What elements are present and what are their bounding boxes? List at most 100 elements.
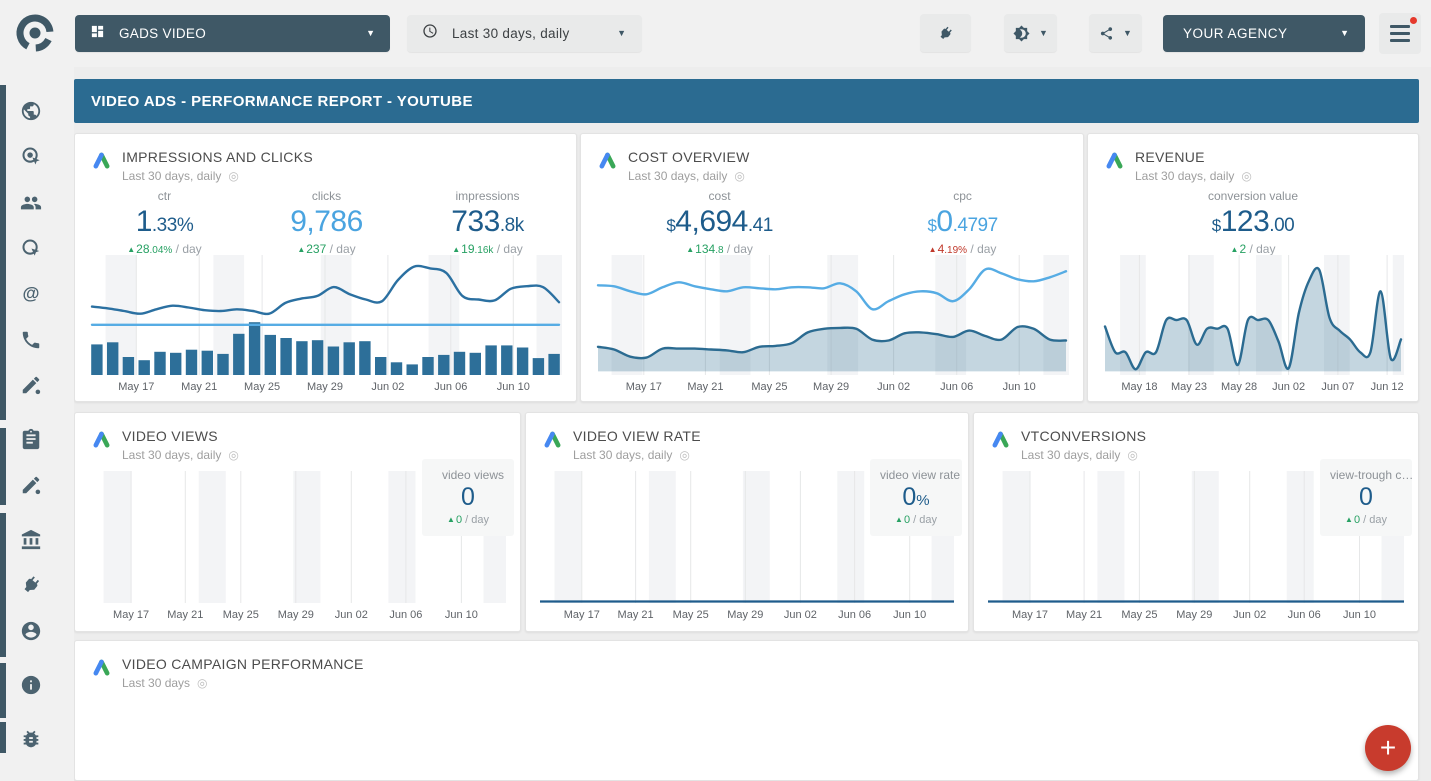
goal-icon: ◎: [1241, 169, 1251, 183]
metric-delta: ▲19.16k / day: [451, 242, 523, 256]
sidebar-item-calls phone-icon[interactable]: [20, 329, 42, 351]
sidebar-item-email at-sign-icon[interactable]: @: [20, 283, 42, 305]
metric-value: 9,786: [290, 206, 363, 243]
date-range-selector[interactable]: Last 30 days, daily ▼: [407, 15, 642, 52]
card-title: VIDEO VIEWS: [122, 428, 239, 444]
main-content: VIDEO ADS - PERFORMANCE REPORT - YOUTUBE…: [74, 67, 1431, 781]
agency-selector[interactable]: YOUR AGENCY ▼: [1163, 15, 1365, 52]
x-axis-label: May 29: [727, 609, 763, 621]
x-axis-label: May 29: [813, 381, 849, 393]
card-subtitle: Last 30 days, daily: [1135, 169, 1234, 183]
metric-ctr: ctr 1.33%▲28.04% / day: [127, 189, 201, 256]
menu-button[interactable]: [1379, 13, 1421, 54]
card-title: COST OVERVIEW: [628, 149, 750, 165]
metric-value: 1.33%: [127, 206, 201, 243]
google-ads-icon: [91, 656, 112, 677]
sidebar-item-seo globe-pointer-icon[interactable]: [20, 237, 42, 259]
hamburger-icon: [1390, 25, 1410, 28]
card-video-campaign-performance: VIDEO CAMPAIGN PERFORMANCE Last 30 days◎: [74, 640, 1419, 781]
add-widget-button[interactable]: +: [1365, 725, 1411, 771]
card-title: IMPRESSIONS AND CLICKS: [122, 149, 313, 165]
metric-value: $0.4797: [927, 206, 997, 243]
sidebar-item-web globe-icon[interactable]: [20, 100, 42, 122]
sidebar-section-indicator: [0, 85, 6, 420]
sidebar-section-indicator: [0, 663, 6, 718]
impressions-clicks-chart: May 17May 21May 25May 29Jun 02Jun 06Jun …: [89, 255, 562, 395]
x-axis-label: May 29: [278, 609, 314, 621]
app-logo-icon: [14, 12, 56, 54]
metric-delta: ▲237 / day: [290, 242, 363, 256]
overlay-metric-label: video view rate: [880, 468, 952, 482]
sidebar-item-forms clipboard-icon[interactable]: [20, 428, 42, 450]
x-axis-label: May 23: [1171, 381, 1207, 393]
x-axis-label: Jun 10: [1003, 381, 1036, 393]
sidebar-item-edit pencil-icon[interactable]: [20, 374, 42, 396]
metric-value: $4,694.41: [666, 206, 772, 243]
x-axis-label: May 17: [113, 609, 149, 621]
x-axis-label: Jun 10: [445, 609, 478, 621]
google-ads-icon: [91, 428, 112, 449]
metric-conversion-value: conversion value$123.00▲2 / day: [1208, 189, 1298, 256]
dashboard-selector-label: GADS VIDEO: [119, 26, 206, 41]
caret-down-icon: ▼: [1340, 29, 1349, 38]
card-header: VIDEO CAMPAIGN PERFORMANCE Last 30 days◎: [75, 641, 1418, 690]
theme-button[interactable]: ▼: [1004, 14, 1057, 52]
metrics-row: cost$4,694.41▲134.8 / daycpc$0.4797▲4.19…: [581, 189, 1083, 256]
x-axis-label: Jun 02: [784, 609, 817, 621]
card-header: IMPRESSIONS AND CLICKS Last 30 days, dai…: [75, 134, 576, 183]
overlay-metric-label: video views: [432, 468, 504, 482]
sidebar-item-audience people-icon[interactable]: [20, 192, 42, 214]
sidebar-item-billing bank-icon[interactable]: [20, 529, 42, 551]
sidebar-section-indicator: [0, 513, 6, 657]
sidebar-item-profile person-icon[interactable]: [20, 620, 42, 642]
card-header: REVENUE Last 30 days, daily◎: [1088, 134, 1418, 183]
delta-up-icon: ▲: [297, 245, 305, 254]
sidebar-item-integrations plug-icon[interactable]: [20, 574, 42, 596]
goal-icon: ◎: [197, 676, 207, 690]
google-ads-icon: [597, 149, 618, 170]
delta-up-icon: ▲: [1231, 245, 1239, 254]
google-ads-icon: [91, 149, 112, 170]
sidebar-item-debug bug-icon[interactable]: [20, 728, 42, 750]
sidebar-item-ads ad-target-icon[interactable]: [20, 145, 42, 167]
goal-icon: ◎: [734, 169, 744, 183]
notification-dot: [1410, 17, 1417, 24]
x-axis-label: Jun 10: [1343, 609, 1376, 621]
goal-icon: ◎: [228, 169, 238, 183]
metric-delta: ▲28.04% / day: [127, 242, 201, 256]
caret-down-icon: ▼: [366, 29, 375, 38]
delta-up-icon: ▲: [929, 245, 937, 254]
x-axis-label: May 21: [181, 381, 217, 393]
dashboard-selector[interactable]: GADS VIDEO ▼: [75, 15, 390, 52]
integrations-button[interactable]: [920, 14, 971, 52]
card-cost-overview: COST OVERVIEW Last 30 days, daily◎ cost$…: [580, 133, 1084, 402]
sidebar-item-help info-icon[interactable]: [20, 674, 42, 696]
x-axis-label: Jun 06: [1288, 609, 1321, 621]
x-axis-label: May 25: [223, 609, 259, 621]
card-header: VIDEO VIEW RATE Last 30 days, daily◎: [526, 413, 968, 462]
card-header: VIDEO VIEWS Last 30 days, daily◎: [75, 413, 520, 462]
metric-delta: ▲4.19% / day: [927, 242, 997, 256]
sidebar: @: [0, 67, 74, 781]
metric-overlay: view-trough c…0▲0 / day: [1320, 459, 1412, 536]
x-axis-label: Jun 10: [497, 381, 530, 393]
report-header: VIDEO ADS - PERFORMANCE REPORT - YOUTUBE: [74, 79, 1419, 123]
goal-icon: ◎: [228, 448, 238, 462]
card-revenue: REVENUE Last 30 days, daily◎ conversion …: [1087, 133, 1419, 402]
x-axis-label: May 25: [751, 381, 787, 393]
x-axis-label: May 25: [1121, 609, 1157, 621]
caret-down-icon: ▼: [1039, 29, 1048, 38]
x-axis-label: Jun 06: [434, 381, 467, 393]
sidebar-item-design pencil-dot-icon[interactable]: [20, 474, 42, 496]
goal-icon: ◎: [679, 448, 689, 462]
metric-impressions: impressions733.8k▲19.16k / day: [451, 189, 523, 256]
share-button[interactable]: ▼: [1089, 14, 1142, 52]
date-range-label: Last 30 days, daily: [452, 26, 570, 41]
chart-canvas: May 18May 23May 28Jun 02Jun 07Jun 12: [1102, 255, 1404, 395]
metric-label: ctr: [127, 189, 201, 203]
card-header: COST OVERVIEW Last 30 days, daily◎: [581, 134, 1083, 183]
delta-up-icon: ▲: [452, 245, 460, 254]
plug-icon: [937, 25, 954, 42]
delta-up-icon: ▲: [127, 245, 135, 254]
x-axis-label: May 17: [118, 381, 154, 393]
